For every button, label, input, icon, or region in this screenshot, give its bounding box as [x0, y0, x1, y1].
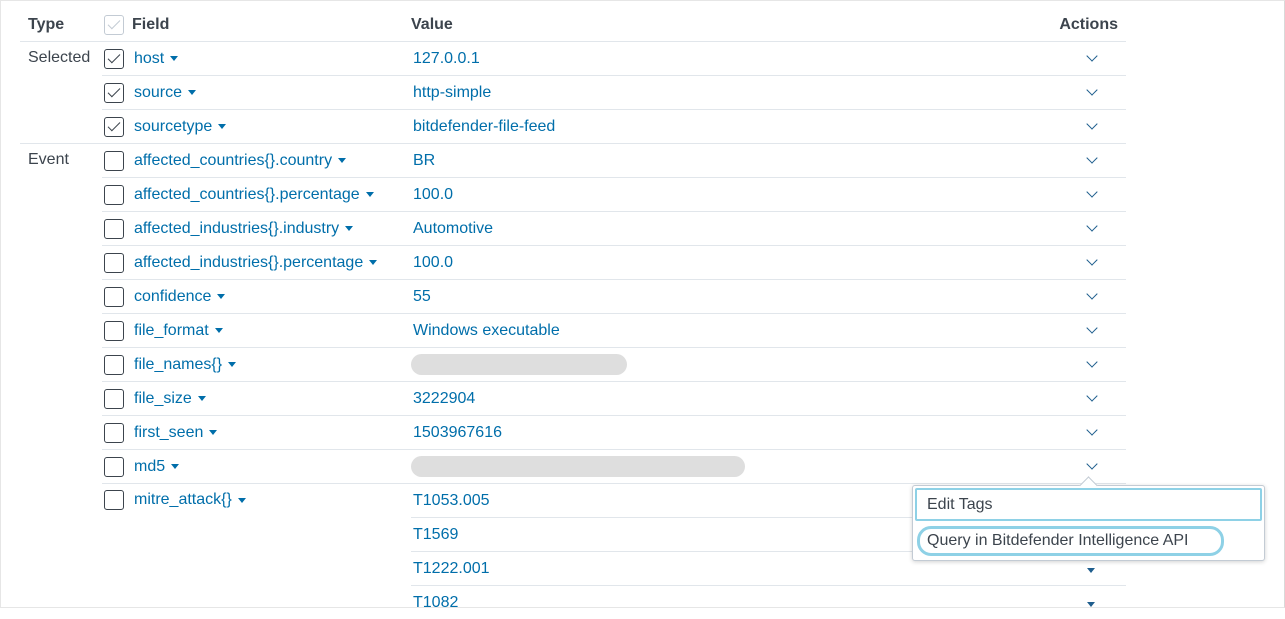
- field-name-affected-countries-country[interactable]: affected_countries{}.country: [132, 152, 346, 170]
- header-actions: Actions: [951, 8, 1126, 42]
- table-row: affected_countries{}.percentage 100.0: [20, 178, 1126, 212]
- query-bitdefender-api-menu-item[interactable]: Query in Bitdefender Intelligence API: [917, 526, 1224, 556]
- field-name-file-size[interactable]: file_size: [132, 390, 206, 408]
- header-type: Type: [20, 8, 102, 42]
- caret-down-icon: [171, 464, 179, 469]
- chevron-down-icon[interactable]: [1086, 254, 1097, 265]
- field-checkbox-file-format[interactable]: [104, 321, 124, 341]
- chevron-down-icon[interactable]: [1086, 152, 1097, 163]
- field-checkbox-source[interactable]: [104, 83, 124, 103]
- table-row: sourcetype bitdefender-file-feed: [20, 110, 1126, 144]
- chevron-down-icon[interactable]: [1086, 424, 1097, 435]
- field-value[interactable]: 55: [411, 288, 431, 305]
- field-checkbox-affected-countries-percentage[interactable]: [104, 185, 124, 205]
- chevron-down-icon[interactable]: [1086, 390, 1097, 401]
- caret-down-icon: [369, 260, 377, 265]
- field-value[interactable]: http-simple: [411, 84, 491, 101]
- chevron-down-icon[interactable]: [1086, 118, 1097, 129]
- table-row: file_names{}: [20, 348, 1126, 382]
- header-select-all: [102, 8, 132, 42]
- chevron-down-icon[interactable]: [1086, 356, 1097, 367]
- field-value[interactable]: T1222.001: [411, 560, 490, 577]
- field-name-host[interactable]: host: [132, 50, 178, 68]
- field-actions-dropdown: Edit Tags Query in Bitdefender Intellige…: [912, 485, 1265, 561]
- field-checkbox-host[interactable]: [104, 49, 124, 69]
- field-name-file-format[interactable]: file_format: [132, 322, 223, 340]
- field-name-md5[interactable]: md5: [132, 458, 179, 476]
- header-value: Value: [411, 8, 951, 42]
- caret-down-icon: [217, 294, 225, 299]
- field-value[interactable]: Automotive: [411, 220, 493, 237]
- caret-down-icon: [188, 90, 196, 95]
- field-checkbox-sourcetype[interactable]: [104, 117, 124, 137]
- table-header: Type Field Value Actions: [20, 8, 1126, 42]
- field-checkbox-first-seen[interactable]: [104, 423, 124, 443]
- table-row: affected_industries{}.industry Automotiv…: [20, 212, 1126, 246]
- field-name-sourcetype[interactable]: sourcetype: [132, 118, 226, 136]
- field-value[interactable]: bitdefender-file-feed: [411, 118, 555, 135]
- field-checkbox-affected-industries-percentage[interactable]: [104, 253, 124, 273]
- select-all-checkbox: [104, 15, 124, 35]
- field-name-confidence[interactable]: confidence: [132, 288, 225, 306]
- caret-down-icon: [228, 362, 236, 367]
- field-value[interactable]: 3222904: [411, 390, 475, 407]
- field-value[interactable]: 100.0: [411, 186, 453, 203]
- field-value[interactable]: Windows executable: [411, 322, 560, 339]
- field-value[interactable]: 127.0.0.1: [411, 50, 480, 67]
- field-checkbox-file-size[interactable]: [104, 389, 124, 409]
- table-row: file_format Windows executable: [20, 314, 1126, 348]
- field-checkbox-md5[interactable]: [104, 457, 124, 477]
- chevron-down-icon[interactable]: [1086, 50, 1097, 61]
- caret-down-icon: [345, 226, 353, 231]
- table-row: file_size 3222904: [20, 382, 1126, 416]
- caret-down-icon: [238, 498, 246, 503]
- field-value[interactable]: 1503967616: [411, 424, 502, 441]
- field-name-affected-industries-industry[interactable]: affected_industries{}.industry: [132, 220, 353, 238]
- redacted-value: [411, 456, 745, 477]
- group-label-event: Event: [20, 144, 102, 619]
- field-name-source[interactable]: source: [132, 84, 196, 102]
- table-row: md5: [20, 450, 1126, 484]
- field-checkbox-mitre-attack[interactable]: [104, 490, 124, 510]
- caret-down-icon: [366, 192, 374, 197]
- caret-down-icon: [215, 328, 223, 333]
- chevron-down-icon[interactable]: [1086, 84, 1097, 95]
- caret-down-icon: [209, 430, 217, 435]
- chevron-down-icon[interactable]: [1086, 220, 1097, 231]
- field-name-file-names[interactable]: file_names{}: [132, 356, 236, 374]
- caret-down-icon[interactable]: [1087, 568, 1095, 573]
- chevron-down-icon[interactable]: [1086, 458, 1097, 469]
- caret-down-icon: [338, 158, 346, 163]
- field-value[interactable]: T1053.005: [411, 492, 490, 509]
- caret-down-icon: [218, 124, 226, 129]
- chevron-down-icon[interactable]: [1086, 186, 1097, 197]
- table-row: first_seen 1503967616: [20, 416, 1126, 450]
- field-checkbox-file-names[interactable]: [104, 355, 124, 375]
- field-value[interactable]: 100.0: [411, 254, 453, 271]
- field-name-affected-countries-percentage[interactable]: affected_countries{}.percentage: [132, 186, 374, 204]
- table-row: affected_industries{}.percentage 100.0: [20, 246, 1126, 280]
- edit-tags-menu-item[interactable]: Edit Tags: [915, 488, 1262, 521]
- table-row: source http-simple: [20, 76, 1126, 110]
- table-row: Event affected_countries{}.country BR: [20, 144, 1126, 178]
- field-checkbox-affected-countries-country[interactable]: [104, 151, 124, 171]
- field-name-first-seen[interactable]: first_seen: [132, 424, 217, 442]
- redacted-value: [411, 354, 627, 375]
- field-checkbox-confidence[interactable]: [104, 287, 124, 307]
- caret-down-icon: [198, 396, 206, 401]
- caret-down-icon[interactable]: [1087, 602, 1095, 607]
- field-value[interactable]: BR: [411, 152, 435, 169]
- chevron-down-icon[interactable]: [1086, 288, 1097, 299]
- chevron-down-icon[interactable]: [1086, 322, 1097, 333]
- field-name-mitre-attack[interactable]: mitre_attack{}: [132, 491, 246, 509]
- field-checkbox-affected-industries-industry[interactable]: [104, 219, 124, 239]
- group-label-selected: Selected: [20, 42, 102, 144]
- table-row: confidence 55: [20, 280, 1126, 314]
- field-value[interactable]: T1569: [411, 526, 458, 543]
- caret-down-icon: [170, 56, 178, 61]
- field-name-affected-industries-percentage[interactable]: affected_industries{}.percentage: [132, 254, 377, 272]
- header-field: Field: [132, 8, 411, 42]
- table-row: Selected host 127.0.0.1: [20, 42, 1126, 76]
